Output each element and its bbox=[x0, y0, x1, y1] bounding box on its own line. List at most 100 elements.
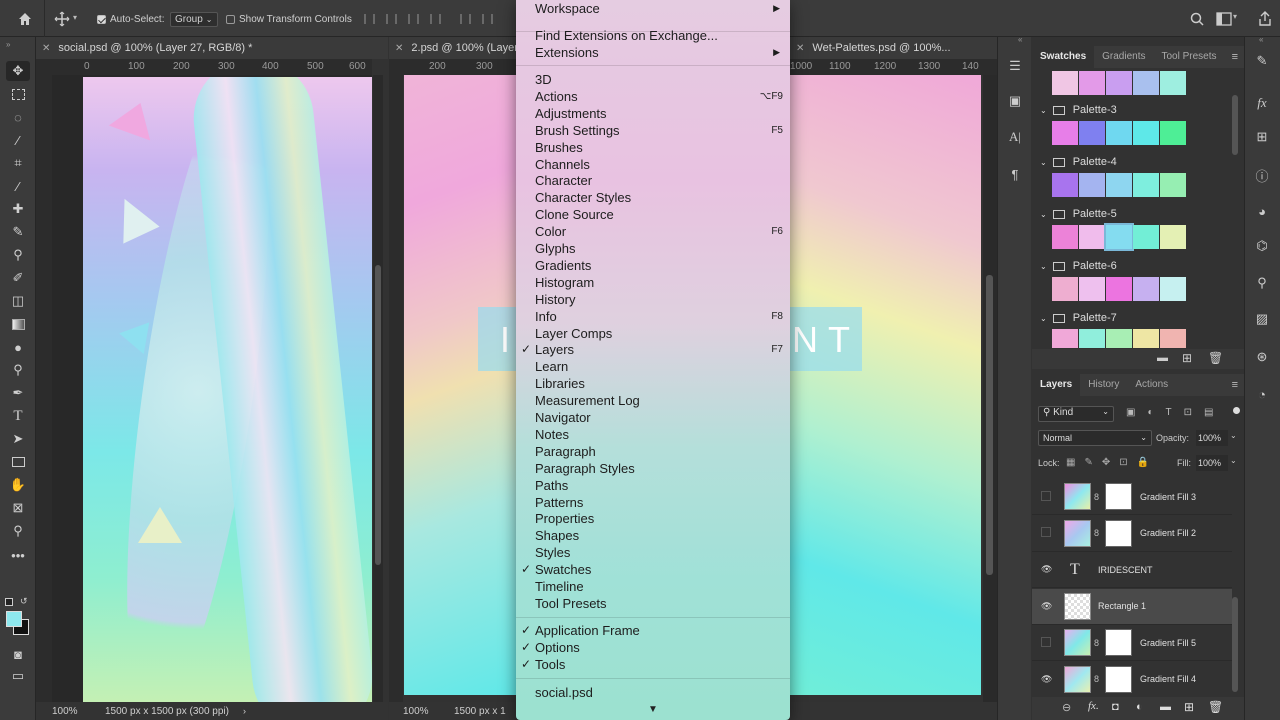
menu-item-character[interactable]: Character bbox=[516, 172, 790, 189]
color-swatch[interactable] bbox=[1133, 225, 1159, 249]
new-swatch-icon[interactable]: ⊞ bbox=[1182, 351, 1192, 365]
eye-icon[interactable]: 👁 bbox=[1041, 564, 1052, 575]
menu-item-3d[interactable]: 3D bbox=[516, 71, 790, 88]
menu-item-tool-presets[interactable]: Tool Presets bbox=[516, 595, 790, 612]
align-buttons[interactable] bbox=[364, 14, 504, 27]
swatch-group-header[interactable]: ⌄ Palette-6 bbox=[1040, 257, 1230, 275]
tab-layers[interactable]: Layers bbox=[1032, 374, 1081, 396]
menu-item-learn[interactable]: Learn bbox=[516, 358, 790, 375]
scrollbar-vertical[interactable] bbox=[983, 75, 997, 702]
color-icon[interactable]: ◕ bbox=[1253, 202, 1271, 220]
properties-icon[interactable]: ☰ bbox=[1006, 57, 1024, 75]
menu-item-properties[interactable]: Properties bbox=[516, 510, 790, 527]
filter-toggle-icon[interactable] bbox=[1233, 407, 1240, 414]
move-tool-icon[interactable]: ✥ bbox=[6, 61, 30, 81]
gradient-tool-icon[interactable] bbox=[9, 315, 27, 333]
tab-gradients[interactable]: Gradients bbox=[1094, 46, 1153, 68]
color-swatch[interactable] bbox=[1079, 277, 1105, 301]
swatch-group-header[interactable]: ⌄ Palette-7 bbox=[1040, 309, 1230, 327]
rectangle-tool-icon[interactable] bbox=[9, 453, 27, 471]
default-colors-icon[interactable] bbox=[5, 598, 13, 606]
chevron-down-icon[interactable]: ⌄ bbox=[1040, 314, 1047, 323]
link-icon[interactable]: ⊖ bbox=[1062, 701, 1071, 714]
histogram-icon[interactable]: ◔ bbox=[1253, 385, 1271, 403]
blend-mode-select[interactable]: Normal ⌄ bbox=[1038, 430, 1152, 446]
color-swatch[interactable] bbox=[1160, 173, 1186, 197]
color-swatch[interactable] bbox=[1133, 329, 1159, 348]
color-swatch[interactable] bbox=[1079, 121, 1105, 145]
foreground-color-swatch[interactable] bbox=[6, 611, 22, 627]
color-swatch[interactable] bbox=[1133, 121, 1159, 145]
artboard-tool-icon[interactable]: ⊠ bbox=[9, 499, 27, 517]
menu-item-paragraph-styles[interactable]: Paragraph Styles bbox=[516, 460, 790, 477]
menu-item-tools[interactable]: ✓ Tools bbox=[516, 656, 790, 673]
menu-item-clone-source[interactable]: Clone Source bbox=[516, 206, 790, 223]
swatch-group-header[interactable]: ⌄ Palette-3 bbox=[1040, 101, 1230, 119]
eraser-tool-icon[interactable]: ◫ bbox=[9, 292, 27, 310]
auto-select-checkbox[interactable]: Auto-Select: bbox=[97, 11, 164, 27]
menu-item-histogram[interactable]: Histogram bbox=[516, 274, 790, 291]
layer-row[interactable]: 8 Gradient Fill 5 bbox=[1032, 625, 1232, 661]
distribute-icon[interactable] bbox=[430, 14, 441, 24]
color-swatch[interactable] bbox=[1160, 329, 1186, 348]
color-swatch[interactable] bbox=[1106, 277, 1132, 301]
menu-item-notes[interactable]: Notes bbox=[516, 426, 790, 443]
layer-thumbnail[interactable] bbox=[1064, 629, 1091, 656]
color-swatch[interactable] bbox=[1052, 173, 1078, 197]
menu-item-patterns[interactable]: Patterns bbox=[516, 494, 790, 511]
layer-mask-thumbnail[interactable] bbox=[1105, 483, 1132, 510]
color-swatch[interactable] bbox=[1106, 329, 1132, 348]
color-swatch[interactable] bbox=[1106, 173, 1132, 197]
doc-tab-wet-palettes[interactable]: ✕ Wet-Palettes.psd @ 100%... bbox=[790, 37, 997, 59]
menu-item-channels[interactable]: Channels bbox=[516, 156, 790, 173]
doc-tab-2[interactable]: ✕ 2.psd @ 100% (Layer bbox=[389, 37, 516, 59]
trash-icon[interactable]: 🗑 bbox=[1208, 700, 1223, 714]
paragraph-icon[interactable]: ¶ bbox=[1006, 165, 1024, 183]
zoom-tool-icon[interactable]: ⚲ bbox=[9, 522, 27, 540]
lock-icons[interactable]: ▦✎✥⊡🔒 bbox=[1066, 457, 1158, 468]
color-swatch[interactable] bbox=[1133, 277, 1159, 301]
marquee-tool-icon[interactable] bbox=[9, 85, 27, 103]
magic-wand-tool-icon[interactable]: ⁄ bbox=[9, 131, 27, 149]
menu-item-application-frame[interactable]: ✓ Application Frame bbox=[516, 622, 790, 639]
mask-icon[interactable]: ◘ bbox=[1112, 701, 1119, 713]
dodge-tool-icon[interactable]: ⚲ bbox=[9, 361, 27, 379]
link-icon[interactable]: 8 bbox=[1094, 492, 1099, 502]
align-right-icon[interactable] bbox=[408, 14, 419, 24]
eye-icon[interactable]: 👁 bbox=[1041, 601, 1052, 612]
collapse-icon[interactable]: « bbox=[1018, 35, 1022, 44]
swatch-group-header[interactable]: ⌄ Palette-5 bbox=[1040, 205, 1230, 223]
tab-history[interactable]: History bbox=[1080, 374, 1127, 396]
menu-item-paragraph[interactable]: Paragraph bbox=[516, 443, 790, 460]
canvas-2[interactable] bbox=[404, 75, 516, 695]
scrollbar-thumb[interactable] bbox=[1232, 597, 1238, 692]
chevron-down-icon[interactable]: ⌄ bbox=[1230, 431, 1237, 440]
quick-mask-icon[interactable]: ◙ bbox=[9, 645, 27, 663]
visibility-toggle[interactable] bbox=[1041, 490, 1051, 503]
collapse-icon[interactable]: « bbox=[1259, 35, 1263, 44]
color-swatch[interactable] bbox=[1052, 329, 1078, 348]
more-tools-icon[interactable]: ••• bbox=[9, 546, 27, 564]
layer-mask-thumbnail[interactable] bbox=[1105, 665, 1132, 693]
close-icon[interactable]: ✕ bbox=[395, 43, 403, 54]
color-swatch[interactable] bbox=[1160, 121, 1186, 145]
share-icon[interactable] bbox=[1258, 11, 1272, 26]
folder-icon[interactable]: ▬ bbox=[1160, 701, 1171, 713]
color-swatch[interactable] bbox=[1079, 225, 1105, 249]
lasso-tool-icon[interactable]: ◌ bbox=[9, 108, 27, 126]
panel-menu-icon[interactable]: ≡ bbox=[1232, 379, 1238, 391]
clone-stamp-tool-icon[interactable]: ⚲ bbox=[9, 246, 27, 264]
tab-swatches[interactable]: Swatches bbox=[1032, 46, 1095, 68]
chevron-down-icon[interactable]: ⌄ bbox=[1040, 210, 1047, 219]
paths-icon[interactable]: ⌬ bbox=[1253, 237, 1271, 255]
align-left-icon[interactable] bbox=[364, 14, 375, 24]
navigator-icon[interactable]: ⊛ bbox=[1253, 348, 1271, 366]
menu-item-character-styles[interactable]: Character Styles bbox=[516, 189, 790, 206]
visibility-toggle[interactable] bbox=[1041, 527, 1051, 539]
eyedropper-tool-icon[interactable]: ⁄ bbox=[9, 177, 27, 195]
align-middle-icon[interactable] bbox=[482, 14, 493, 24]
home-icon[interactable] bbox=[16, 10, 34, 28]
patterns-icon[interactable]: ▨ bbox=[1253, 310, 1271, 328]
fx-icon[interactable]: fx. bbox=[1088, 700, 1099, 712]
color-swatch[interactable] bbox=[1160, 277, 1186, 301]
